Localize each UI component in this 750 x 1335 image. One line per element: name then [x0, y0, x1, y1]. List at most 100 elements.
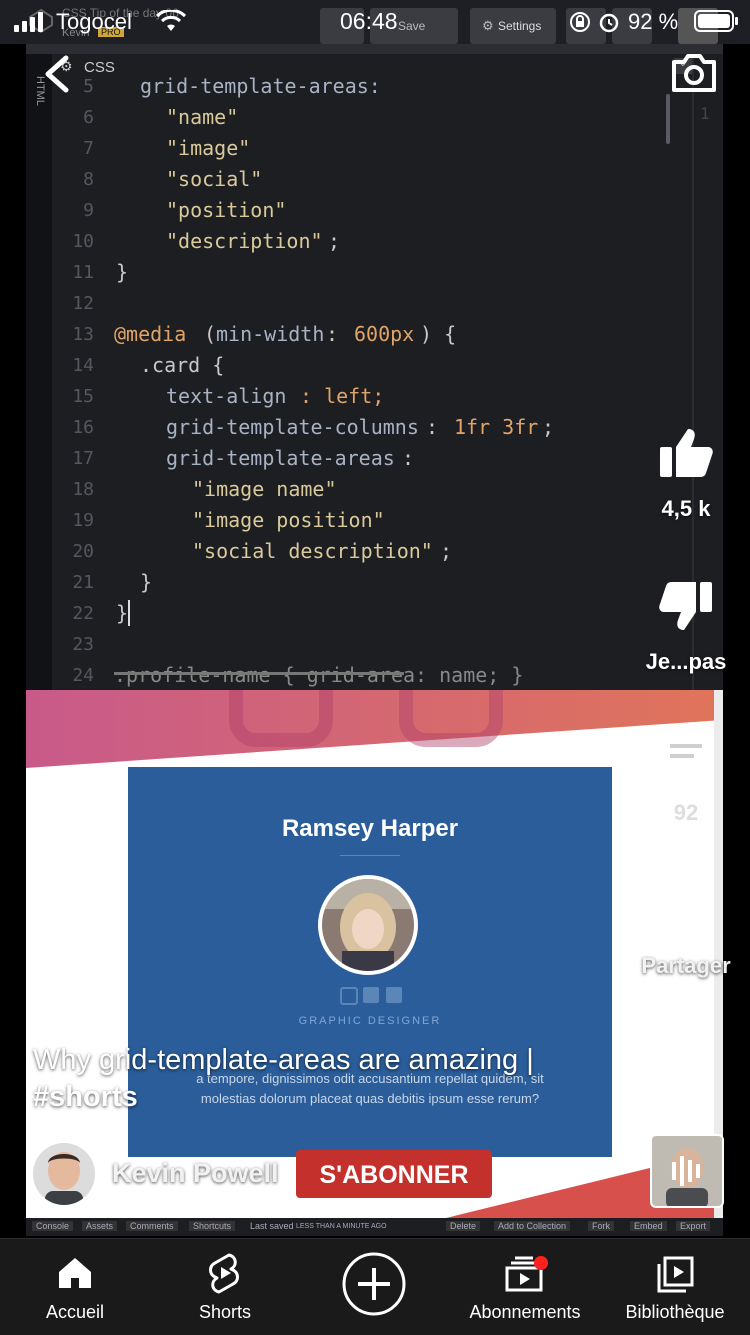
- nav-library[interactable]: Bibliothèque: [600, 1246, 750, 1334]
- code-line-20-end: ;: [440, 539, 453, 563]
- battery-icon: [694, 10, 740, 37]
- library-icon: [656, 1256, 694, 1299]
- orientation-lock-icon: [568, 10, 592, 39]
- code-line-20: "social description": [192, 539, 433, 563]
- line-number: 13: [72, 324, 94, 345]
- code-line-21: }: [140, 570, 153, 594]
- code-line-16-prop: grid-template-columns: [166, 415, 419, 439]
- nav-subscriptions-label: Abonnements: [469, 1302, 581, 1322]
- code-line-13-at: @media: [114, 322, 187, 346]
- nav-subscriptions[interactable]: Abonnements: [450, 1246, 600, 1334]
- card-role: GRAPHIC DESIGNER: [298, 1015, 442, 1027]
- channel-name[interactable]: Kevin Powell: [112, 1158, 279, 1189]
- dislike-label: Je...pas: [645, 649, 727, 674]
- camera-icon[interactable]: [670, 52, 718, 99]
- last-saved-time: LESS THAN A MINUTE AGO: [296, 1223, 387, 1230]
- fork-button[interactable]: Fork: [588, 1221, 614, 1231]
- code-line-7: "image": [166, 136, 251, 160]
- code-line-10-end: ;: [328, 229, 341, 253]
- sound-remix-thumbnail[interactable]: [650, 1134, 724, 1208]
- channel-avatar[interactable]: [33, 1143, 95, 1205]
- notification-dot: [534, 1256, 548, 1270]
- code-line-19: "image position": [192, 508, 385, 532]
- line-number: 21: [72, 572, 94, 593]
- line-number: 23: [72, 634, 94, 655]
- carrier-name: Togocel: [56, 9, 132, 34]
- code-area[interactable]: 5 grid-template-areas: 6 "name" 7 "image…: [26, 44, 666, 690]
- text-cursor: [128, 600, 130, 626]
- battery-percent: 92 %: [628, 9, 679, 34]
- nav-library-label: Bibliothèque: [625, 1302, 725, 1322]
- code-line-13-colon: :: [326, 322, 351, 346]
- comment-count: 92: [673, 800, 699, 825]
- nav-home[interactable]: Accueil: [0, 1246, 150, 1334]
- line-number: 19: [72, 510, 94, 531]
- status-bar: CSS Tip of the day 06 Kevin PRO Save ⚙ S…: [0, 0, 750, 44]
- more-options-icon[interactable]: •••: [652, 1038, 722, 1069]
- assets-button[interactable]: Assets: [82, 1221, 118, 1231]
- codepen-bottom-bar: Console Assets Comments Shortcuts Last s…: [26, 1218, 723, 1236]
- signal-icon: [14, 12, 48, 37]
- line-number: 17: [72, 448, 94, 469]
- code-line-8: "social": [166, 167, 263, 191]
- gear-icon: ⚙: [482, 18, 494, 33]
- editor-scrollbar[interactable]: [666, 94, 670, 144]
- export-button[interactable]: Export: [676, 1221, 711, 1231]
- shorts-icon: [207, 1252, 243, 1299]
- delete-button[interactable]: Delete: [446, 1221, 481, 1231]
- code-line-17-prop: grid-template-areas: [166, 446, 395, 470]
- nav-shorts-label: Shorts: [198, 1302, 252, 1322]
- code-line-15-val: : left;: [300, 384, 385, 408]
- code-line-9: "position": [166, 198, 287, 222]
- comment-icon[interactable]: [658, 730, 714, 791]
- back-arrow-icon[interactable]: [40, 54, 74, 99]
- code-line-16-colon: :: [426, 415, 451, 439]
- line-number: 9: [83, 200, 94, 221]
- comments-button[interactable]: Comments: [126, 1221, 178, 1231]
- code-line-13-num: 600px: [354, 322, 415, 346]
- preview-panel: Ramsey Harper GRAPHIC DESIGNER a tempore…: [26, 690, 723, 1218]
- dislike-icon[interactable]: [656, 578, 716, 639]
- instagram-icon[interactable]: [340, 987, 358, 1005]
- line-number: 12: [72, 293, 94, 314]
- short-title-line1: Why grid-template-areas are amazing |: [33, 1044, 534, 1076]
- subscribe-button[interactable]: S'ABONNER: [296, 1150, 492, 1198]
- card-description-2: molestias dolorum placeat quas debitis i…: [200, 1091, 540, 1106]
- facebook-icon[interactable]: [363, 987, 379, 1003]
- line-number: 22: [72, 603, 94, 624]
- code-line-22: }: [116, 601, 129, 625]
- short-hashtag[interactable]: #shorts: [33, 1081, 138, 1114]
- settings-label: Settings: [498, 19, 542, 33]
- twitter-icon[interactable]: [386, 987, 402, 1003]
- code-line-13-close: ) {: [420, 322, 457, 346]
- code-line-6: "name": [166, 105, 239, 129]
- line-number: 24: [72, 665, 94, 686]
- code-line-18: "image name": [192, 477, 337, 501]
- like-count: 4,5 k: [661, 496, 711, 521]
- card-name: Ramsey Harper: [281, 815, 459, 842]
- code-line-13-open: (: [204, 322, 217, 346]
- profile-card: Ramsey Harper GRAPHIC DESIGNER a tempore…: [128, 767, 612, 1157]
- line-number: 18: [72, 479, 94, 500]
- like-icon[interactable]: [656, 425, 716, 486]
- horizontal-scrollbar[interactable]: [114, 672, 404, 675]
- save-label: Save: [398, 19, 426, 33]
- shortcuts-button[interactable]: Shortcuts: [189, 1221, 236, 1231]
- settings-button[interactable]: ⚙ Settings: [470, 8, 556, 44]
- embed-button[interactable]: Embed: [630, 1221, 667, 1231]
- create-button[interactable]: [342, 1252, 406, 1316]
- add-to-collection-button[interactable]: Add to Collection: [494, 1221, 571, 1231]
- home-icon: [57, 1256, 93, 1295]
- console-button[interactable]: Console: [32, 1221, 74, 1231]
- js-line-number: 1: [700, 104, 710, 123]
- line-number: 6: [83, 107, 94, 128]
- line-number: 8: [83, 169, 94, 190]
- nav-shorts[interactable]: Shorts: [150, 1246, 300, 1334]
- code-line-15-prop: text-align: [166, 384, 287, 408]
- alarm-icon: [597, 10, 621, 39]
- nav-home-label: Accueil: [45, 1302, 105, 1322]
- code-line-24: .profile-name { grid-area: name; }: [114, 663, 524, 687]
- share-icon[interactable]: [660, 886, 714, 939]
- code-line-16-end: ;: [542, 415, 555, 439]
- line-number: 11: [72, 262, 94, 283]
